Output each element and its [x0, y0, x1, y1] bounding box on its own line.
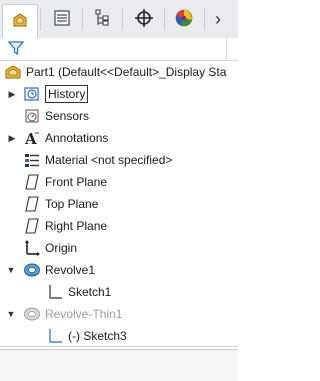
tree-item-material[interactable]: Material <not specified> — [23, 149, 172, 171]
property-manager-icon — [52, 8, 72, 31]
tree-item-label: Sensors — [45, 109, 90, 123]
tree-item-origin[interactable]: Origin — [23, 237, 77, 259]
tree-item-label: Top Plane — [45, 197, 99, 211]
dimxpert-manager-icon — [134, 8, 154, 31]
material-icon — [23, 151, 41, 169]
tree-root-label: Part1 (Default<<Default>_Display Sta — [26, 65, 227, 79]
tree-item-sensors[interactable]: Sensors — [23, 105, 89, 127]
revolve-thin-icon — [23, 305, 41, 323]
filter-icon[interactable] — [7, 40, 25, 59]
manager-tab-bar: › — [0, 0, 238, 39]
tree-item-front-plane[interactable]: Front Plane — [23, 171, 107, 193]
divider — [0, 346, 238, 347]
tree-item-sketch1[interactable]: Sketch1 — [46, 281, 111, 303]
tree-root-part[interactable]: Part1 (Default<<Default>_Display Sta — [4, 61, 226, 83]
expand-arrow-icon[interactable]: ▶ — [7, 89, 17, 99]
tree-item-right-plane[interactable]: Right Plane — [23, 215, 107, 237]
origin-icon — [23, 239, 41, 257]
sensors-icon — [23, 107, 41, 125]
sketch-icon — [46, 327, 64, 345]
tab-display-manager[interactable] — [166, 4, 202, 34]
sketch-icon — [46, 283, 64, 301]
tree-item-label: Annotations — [45, 131, 109, 145]
tab-configuration-manager[interactable] — [84, 4, 120, 34]
plane-icon — [23, 195, 41, 213]
tree-item-label: History — [45, 85, 89, 103]
tab-property-manager[interactable] — [44, 4, 80, 34]
tree-item-label: Revolve1 — [45, 263, 96, 277]
tabs-overflow-button[interactable]: › — [206, 4, 230, 34]
tab-dimxpert-manager[interactable] — [126, 4, 162, 34]
collapse-arrow-icon[interactable]: ▼ — [6, 265, 16, 275]
filter-input[interactable] — [6, 38, 227, 59]
tree-item-label: Revolve-Thin1 — [45, 307, 123, 321]
display-manager-icon — [174, 8, 194, 31]
tree-item-label: Front Plane — [45, 175, 108, 189]
part-icon — [4, 63, 22, 81]
tree-item-history[interactable]: History — [23, 83, 89, 105]
feature-manager-icon — [10, 10, 30, 33]
tree-item-revolve1[interactable]: Revolve1 — [23, 259, 95, 281]
tree-item-label: Material <not specified> — [45, 153, 173, 167]
tree-item-sketch3[interactable]: (-) Sketch3 — [46, 325, 127, 347]
tree-item-label: Origin — [45, 241, 78, 255]
tree-item-top-plane[interactable]: Top Plane — [23, 193, 98, 215]
expand-arrow-icon[interactable]: ▶ — [7, 133, 17, 143]
tree-item-revolve-thin1[interactable]: Revolve-Thin1 — [23, 303, 122, 325]
plane-icon — [23, 217, 41, 235]
plane-icon — [23, 173, 41, 191]
tree-item-annotations[interactable]: A Annotations — [23, 127, 108, 149]
bottom-panel — [0, 350, 238, 381]
annotations-icon: A — [23, 129, 41, 147]
revolve-icon — [23, 261, 41, 279]
tab-feature-manager[interactable] — [2, 4, 38, 38]
collapse-arrow-icon[interactable]: ▼ — [6, 309, 16, 319]
tree-item-label: Right Plane — [45, 219, 108, 233]
tree-item-label: (-) Sketch3 — [68, 329, 127, 343]
history-icon — [23, 85, 41, 103]
configuration-manager-icon — [92, 8, 112, 31]
tree-item-label: Sketch1 — [68, 285, 112, 299]
filter-bar — [0, 38, 238, 61]
chevron-right-icon: › — [215, 8, 221, 29]
